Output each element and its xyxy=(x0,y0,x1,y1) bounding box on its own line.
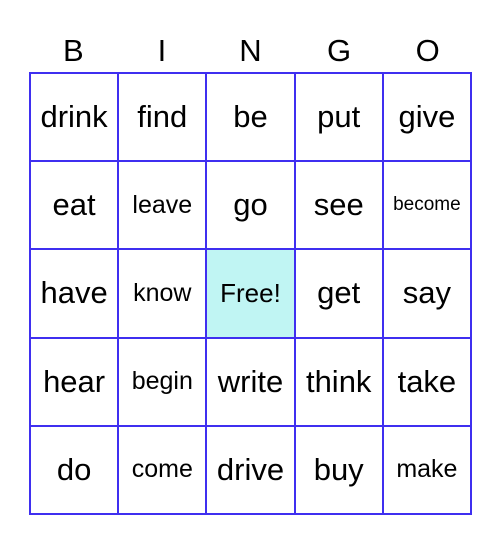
bingo-cell[interactable]: take xyxy=(382,337,471,426)
bingo-cell[interactable]: drink xyxy=(30,73,119,162)
bingo-cell[interactable]: become xyxy=(382,161,471,250)
bingo-cell[interactable]: say xyxy=(382,249,471,338)
header-letter-b: B xyxy=(62,33,84,68)
bingo-cell[interactable]: see xyxy=(294,161,383,250)
bingo-cell[interactable]: get xyxy=(294,249,383,338)
bingo-cell[interactable]: eat xyxy=(30,161,119,250)
bingo-cell[interactable]: be xyxy=(206,73,295,162)
header-letter-i: I xyxy=(157,33,167,68)
bingo-cell[interactable]: have xyxy=(30,249,119,338)
bingo-cell[interactable]: leave xyxy=(118,161,207,250)
bingo-cell[interactable]: give xyxy=(382,73,471,162)
bingo-cell[interactable]: buy xyxy=(294,425,383,514)
bingo-cell[interactable]: go xyxy=(206,161,295,250)
bingo-cell[interactable]: drive xyxy=(206,425,295,514)
bingo-cell[interactable]: write xyxy=(206,337,295,426)
bingo-header: B I N G O xyxy=(29,30,472,72)
bingo-cell[interactable]: make xyxy=(382,425,471,514)
bingo-cell[interactable]: do xyxy=(30,425,119,514)
bingo-cell[interactable]: know xyxy=(118,249,207,338)
bingo-cell[interactable]: come xyxy=(118,425,207,514)
header-letter-o: O xyxy=(415,33,440,68)
bingo-cell[interactable]: put xyxy=(294,73,383,162)
bingo-cell[interactable]: hear xyxy=(30,337,119,426)
bingo-grid: drink find be put give eat leave go see … xyxy=(29,72,472,515)
bingo-cell[interactable]: begin xyxy=(118,337,207,426)
header-letter-n: N xyxy=(239,33,262,68)
header-letter-g: G xyxy=(327,33,352,68)
bingo-cell[interactable]: think xyxy=(294,337,383,426)
bingo-cell[interactable]: find xyxy=(118,73,207,162)
free-space-cell[interactable]: Free! xyxy=(206,249,295,338)
